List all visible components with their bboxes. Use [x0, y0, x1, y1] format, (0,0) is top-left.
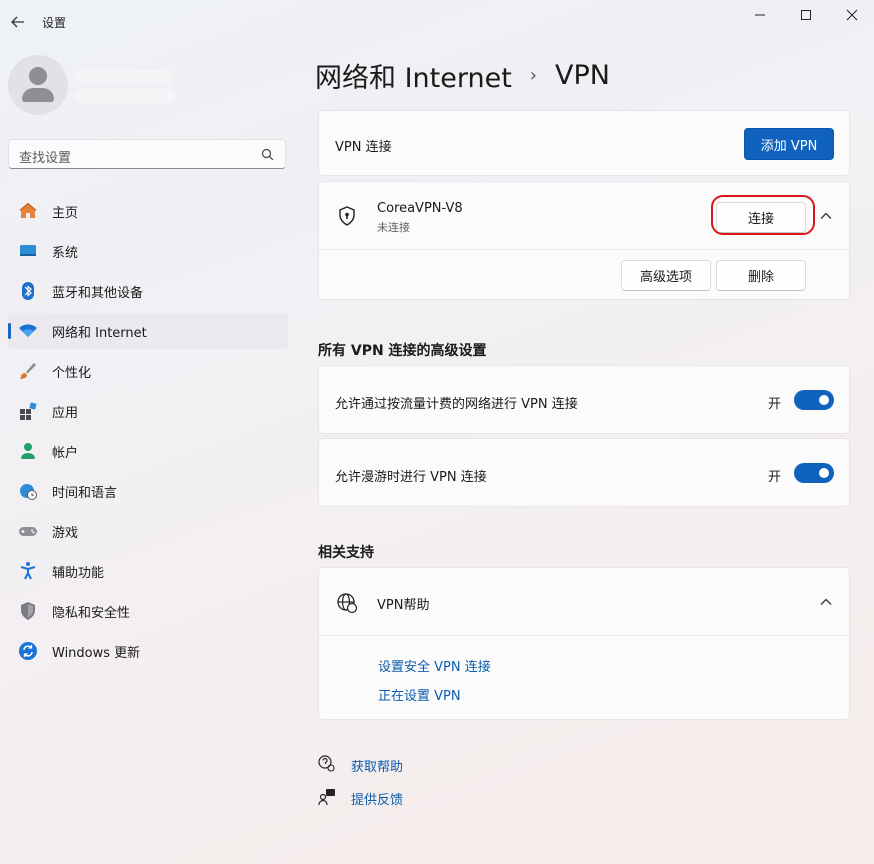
divider: [319, 249, 849, 250]
sidebar-item-privacy[interactable]: 隐私和安全性: [8, 593, 288, 629]
chevron-up-icon[interactable]: [819, 209, 833, 223]
system-icon: [18, 241, 38, 261]
sidebar-item-accounts[interactable]: 帐户: [8, 433, 288, 469]
maximize-button[interactable]: [791, 5, 821, 25]
brush-icon: [18, 361, 38, 381]
roaming-toggle-state: 开: [768, 470, 782, 485]
vpn-shield-icon: [339, 206, 355, 226]
roaming-toggle[interactable]: [794, 463, 834, 483]
back-arrow-icon: [11, 16, 24, 28]
feedback-icon: [318, 789, 335, 806]
search-input[interactable]: 查找设置: [8, 139, 286, 169]
profile-email-placeholder: [75, 89, 175, 103]
account-icon: [18, 441, 38, 461]
breadcrumb: 网络和 Internet › VPN: [315, 56, 610, 95]
globe-help-icon: [337, 593, 358, 614]
bluetooth-icon: [18, 281, 38, 301]
avatar-body: [22, 88, 54, 102]
avatar[interactable]: [8, 55, 68, 115]
connect-button-highlight: [711, 195, 815, 235]
accessibility-icon: [18, 561, 38, 581]
sidebar-item-accessibility[interactable]: 辅助功能: [8, 553, 288, 589]
breadcrumb-parent[interactable]: 网络和 Internet: [315, 56, 512, 95]
sidebar-item-network[interactable]: 网络和 Internet: [8, 313, 288, 349]
metered-toggle[interactable]: [794, 390, 834, 410]
close-icon: [846, 9, 858, 21]
gamepad-icon: [18, 521, 38, 541]
vpn-help-title: VPN帮助: [377, 598, 430, 613]
home-icon: [18, 201, 38, 221]
avatar-head: [29, 67, 47, 85]
minimize-button[interactable]: [745, 5, 775, 25]
advanced-settings-heading: 所有 VPN 连接的高级设置: [318, 343, 487, 359]
metered-toggle-state: 开: [768, 397, 782, 412]
chevron-up-icon[interactable]: [819, 595, 833, 609]
sidebar-item-system[interactable]: 系统: [8, 233, 288, 269]
roaming-setting-card: 允许漫游时进行 VPN 连接 开: [318, 438, 850, 507]
metered-setting-card: 允许通过按流量计费的网络进行 VPN 连接 开: [318, 365, 850, 434]
sidebar-item-windows-update[interactable]: Windows 更新: [8, 633, 288, 669]
delete-button[interactable]: 删除: [716, 260, 806, 291]
profile-name-placeholder: [75, 70, 173, 84]
related-support-heading: 相关支持: [318, 545, 374, 561]
wifi-icon: [18, 321, 38, 341]
breadcrumb-separator: ›: [529, 65, 537, 86]
globe-clock-icon: [18, 481, 38, 501]
help-link-setting-up-vpn[interactable]: 正在设置 VPN: [378, 685, 461, 704]
search-placeholder: 查找设置: [19, 151, 72, 166]
search-icon: [261, 148, 274, 161]
sidebar-item-gaming[interactable]: 游戏: [8, 513, 288, 549]
vpn-help-card: VPN帮助 设置安全 VPN 连接 正在设置 VPN: [318, 567, 850, 720]
metered-setting-label: 允许通过按流量计费的网络进行 VPN 连接: [335, 397, 578, 412]
minimize-icon: [755, 14, 765, 16]
add-vpn-button[interactable]: 添加 VPN: [744, 128, 834, 160]
apps-icon: [18, 401, 38, 421]
advanced-options-button[interactable]: 高级选项: [621, 260, 711, 291]
divider: [319, 635, 849, 636]
get-help-icon: [318, 755, 335, 772]
vpn-status: 未连接: [377, 221, 410, 234]
feedback-link[interactable]: 提供反馈: [351, 789, 403, 808]
sidebar-item-bluetooth[interactable]: 蓝牙和其他设备: [8, 273, 288, 309]
maximize-icon: [801, 10, 811, 20]
sidebar-item-apps[interactable]: 应用: [8, 393, 288, 429]
sidebar-item-time-language[interactable]: 时间和语言: [8, 473, 288, 509]
update-icon: [18, 641, 38, 661]
get-help-link[interactable]: 获取帮助: [351, 756, 403, 775]
vpn-connections-card: VPN 连接 添加 VPN: [318, 110, 850, 176]
roaming-setting-label: 允许漫游时进行 VPN 连接: [335, 470, 487, 485]
page-title: VPN: [555, 60, 610, 91]
vpn-connections-label: VPN 连接: [335, 140, 392, 155]
sidebar-item-home[interactable]: 主页: [8, 193, 288, 229]
shield-icon: [18, 601, 38, 621]
sidebar-item-personalization[interactable]: 个性化: [8, 353, 288, 389]
app-title: 设置: [42, 16, 67, 30]
help-link-secure-vpn[interactable]: 设置安全 VPN 连接: [378, 656, 491, 675]
close-button[interactable]: [837, 5, 867, 25]
back-button[interactable]: [8, 12, 28, 32]
vpn-name: CoreaVPN-V8: [377, 201, 463, 216]
sidebar-nav: 主页 系统 蓝牙和其他设备 网络和 Internet 个性化 应用 帐户 时间和…: [8, 193, 288, 673]
